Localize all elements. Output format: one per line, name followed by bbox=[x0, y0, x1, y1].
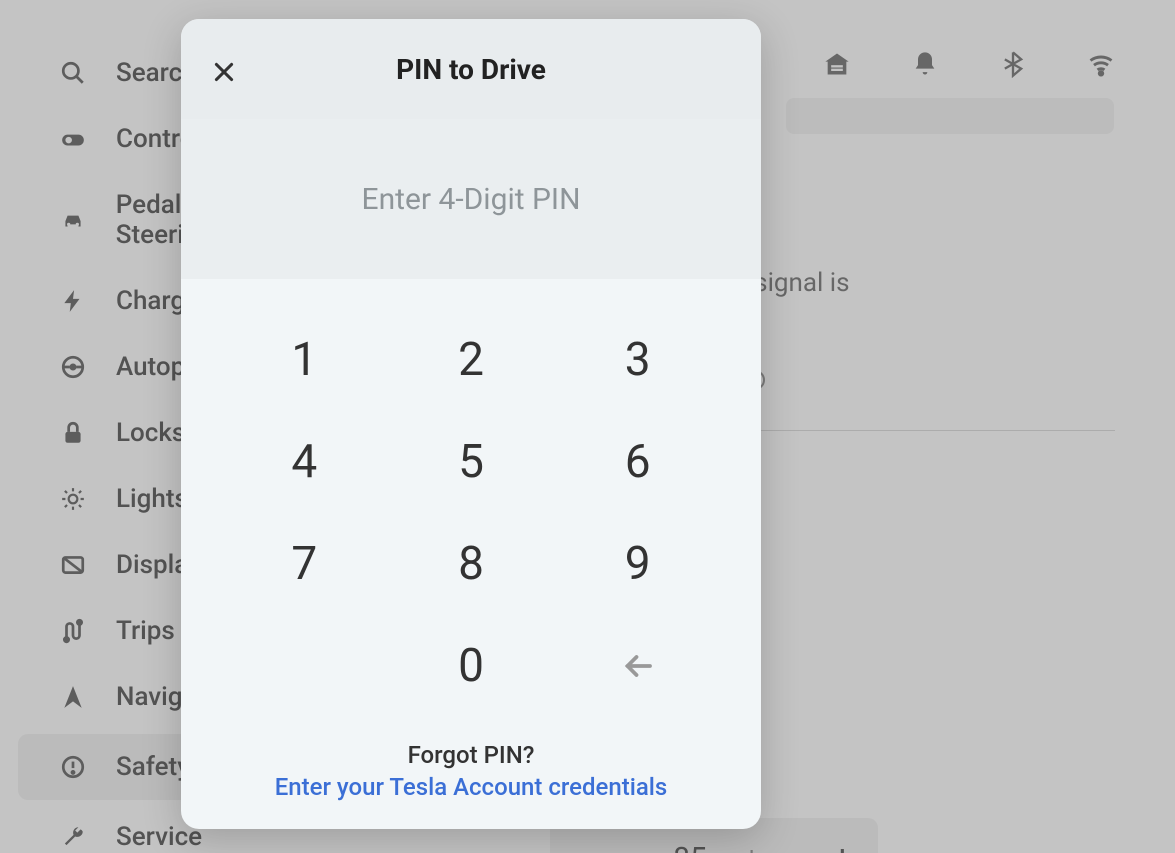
forgot-question: Forgot PIN? bbox=[211, 741, 731, 769]
forgot-link[interactable]: Enter your Tesla Account credentials bbox=[211, 773, 731, 801]
pin-modal: PIN to Drive Enter 4-Digit PIN 1 2 3 4 5… bbox=[181, 19, 761, 829]
pin-prompt: Enter 4-Digit PIN bbox=[362, 182, 581, 217]
pin-prompt-area: Enter 4-Digit PIN bbox=[181, 119, 761, 279]
close-button[interactable] bbox=[207, 55, 241, 89]
screen: Search Controls Pedals & Steering Chargi… bbox=[0, 0, 1175, 853]
key-backspace[interactable] bbox=[554, 615, 721, 717]
key-1[interactable]: 1 bbox=[221, 309, 388, 411]
key-6[interactable]: 6 bbox=[554, 411, 721, 513]
key-4[interactable]: 4 bbox=[221, 411, 388, 513]
keypad: 1 2 3 4 5 6 7 8 9 0 bbox=[181, 279, 761, 727]
key-5[interactable]: 5 bbox=[388, 411, 555, 513]
key-8[interactable]: 8 bbox=[388, 513, 555, 615]
key-2[interactable]: 2 bbox=[388, 309, 555, 411]
modal-title: PIN to Drive bbox=[396, 53, 546, 86]
key-7[interactable]: 7 bbox=[221, 513, 388, 615]
key-0[interactable]: 0 bbox=[388, 615, 555, 717]
modal-header: PIN to Drive bbox=[181, 19, 761, 119]
key-empty bbox=[221, 615, 388, 717]
key-3[interactable]: 3 bbox=[554, 309, 721, 411]
key-9[interactable]: 9 bbox=[554, 513, 721, 615]
forgot-area: Forgot PIN? Enter your Tesla Account cre… bbox=[181, 727, 761, 829]
